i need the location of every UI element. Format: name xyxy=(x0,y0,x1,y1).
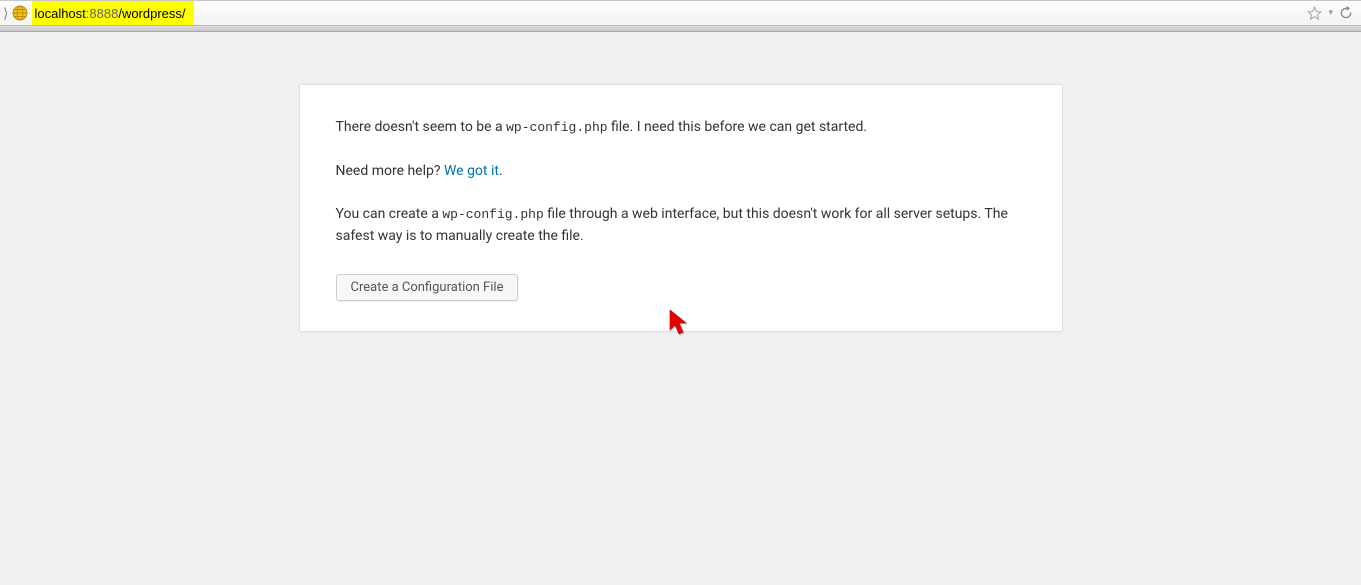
text: . xyxy=(499,163,503,179)
wp-config-code: wp-config.php xyxy=(506,120,607,135)
help-message: Need more help? We got it. xyxy=(336,161,1026,183)
setup-message-card: There doesn't seem to be a wp-config.php… xyxy=(299,84,1063,332)
bookmark-dropdown-icon[interactable]: ▾ xyxy=(1328,8,1333,18)
text: Need more help? xyxy=(336,163,444,179)
text: file. I need this before we can get star… xyxy=(608,119,868,135)
help-link[interactable]: We got it xyxy=(444,163,499,179)
create-config-button[interactable]: Create a Configuration File xyxy=(336,274,519,301)
address-bar[interactable]: localhost:8888/wordpress/ xyxy=(32,1,193,25)
url-host: localhost xyxy=(34,6,85,21)
page-body: There doesn't seem to be a wp-config.php… xyxy=(0,32,1361,585)
nav-back-indicator: ⟩ xyxy=(0,5,10,22)
url-port: :8888 xyxy=(86,6,119,21)
bookmark-star-icon[interactable] xyxy=(1307,6,1322,21)
site-globe-icon xyxy=(12,5,28,21)
toolbar-right: ▾ xyxy=(1307,6,1361,21)
text: You can create a xyxy=(336,206,443,222)
toolbar-left: ⟩ localhost:8888/wordpress/ xyxy=(0,1,194,25)
wp-config-code: wp-config.php xyxy=(442,207,543,222)
instruction-message: You can create a wp-config.php file thro… xyxy=(336,204,1026,247)
reload-icon[interactable] xyxy=(1339,6,1353,20)
text: There doesn't seem to be a xyxy=(336,119,507,135)
url-path: /wordpress/ xyxy=(118,6,185,21)
browser-toolbar: ⟩ localhost:8888/wordpress/ ▾ xyxy=(0,0,1361,26)
missing-config-message: There doesn't seem to be a wp-config.php… xyxy=(336,117,1026,139)
